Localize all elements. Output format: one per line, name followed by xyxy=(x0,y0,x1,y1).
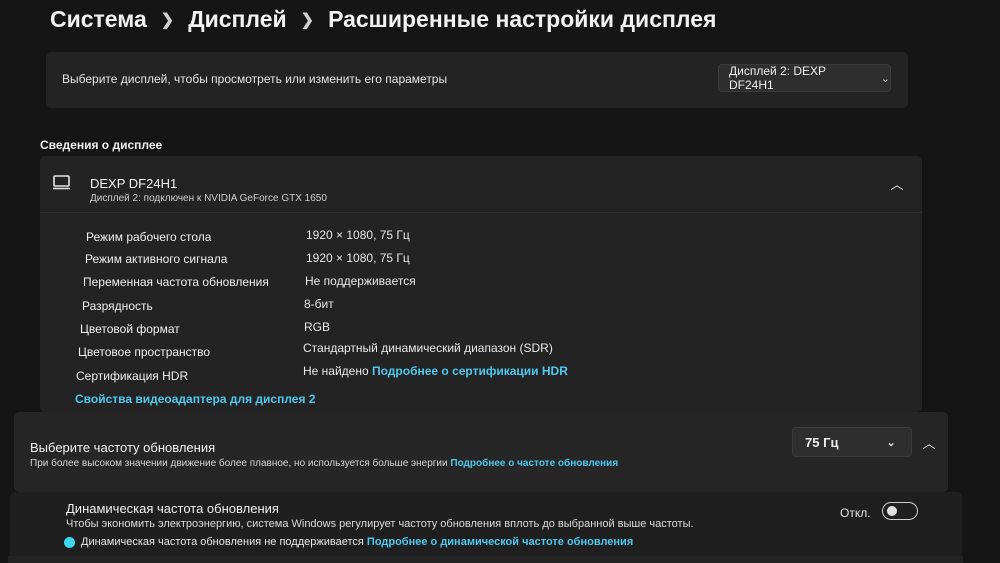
settings-page: Система ❯ Дисплей ❯ Расширенные настройк… xyxy=(0,0,1000,563)
hdr-certification-link[interactable]: Подробнее о сертификации HDR xyxy=(372,364,568,378)
dynamic-refresh-card: Динамическая частота обновления Чтобы эк… xyxy=(10,492,962,563)
prop-value: 1920 × 1080, 75 Гц xyxy=(306,251,410,265)
select-display-card: Выберите дисплей, чтобы просмотреть или … xyxy=(46,52,908,108)
status-dot-icon xyxy=(64,536,75,548)
refresh-rate-subtitle: При более высоком значении движение боле… xyxy=(30,458,448,469)
prop-value-signal-mode: 1920 × 1080, 75 Гц xyxy=(306,251,410,265)
refresh-rate-description: При более высоком значении движение боле… xyxy=(30,458,618,469)
refresh-rate-dropdown[interactable]: 75 Гц ⌄ xyxy=(792,427,912,457)
prop-label: Цветовой формат xyxy=(80,322,180,336)
toggle-knob xyxy=(887,506,897,516)
chevron-right-icon: ❯ xyxy=(300,11,315,29)
chevron-down-icon: ⌄ xyxy=(886,436,896,449)
dynamic-refresh-unsupported: Динамическая частота обновления не подде… xyxy=(81,536,364,548)
prop-row-color-format: Цветовой формат xyxy=(80,322,180,336)
prop-row-vrr: Переменная частота обновления xyxy=(83,275,269,289)
prop-value: 1920 × 1080, 75 Гц xyxy=(306,228,410,242)
prop-value-bit-depth: 8-бит xyxy=(304,297,334,311)
prop-label: Режим активного сигнала xyxy=(85,252,228,266)
display-name: DEXP DF24H1 xyxy=(90,176,178,191)
display-select-value: Дисплей 2: DEXP DF24H1 xyxy=(729,64,826,92)
select-display-label: Выберите дисплей, чтобы просмотреть или … xyxy=(62,72,448,86)
display-select-dropdown[interactable]: Дисплей 2: DEXP DF24H1 ⌄ xyxy=(718,64,891,92)
breadcrumb-item-system[interactable]: Система xyxy=(50,6,147,33)
prop-label: Цветовое пространство xyxy=(78,345,211,359)
prop-label: Переменная частота обновления xyxy=(83,275,269,289)
toggle-state-label: Откл. xyxy=(840,506,871,520)
chevron-down-icon: ⌄ xyxy=(880,72,890,85)
display-info-header[interactable]: DEXP DF24H1 Дисплей 2: подключен к NVIDI… xyxy=(40,156,922,213)
prop-row-color-space: Цветовое пространство xyxy=(78,345,210,359)
refresh-rate-card: Выберите частоту обновления При более вы… xyxy=(14,412,948,492)
refresh-rate-link[interactable]: Подробнее о частоте обновления xyxy=(450,458,618,469)
breadcrumb-item-display[interactable]: Дисплей xyxy=(188,6,286,33)
refresh-rate-title: Выберите частоту обновления xyxy=(30,440,216,455)
adapter-properties-link[interactable]: Свойства видеоадаптера для дисплея 2 xyxy=(75,392,316,406)
prop-value: Стандартный динамический диапазон (SDR) xyxy=(303,341,553,355)
dynamic-refresh-note: Динамическая частота обновления не подде… xyxy=(64,536,633,548)
next-setting-card xyxy=(8,556,963,563)
display-connection-info: Дисплей 2: подключен к NVIDIA GeForce GT… xyxy=(90,193,327,204)
display-info-card: DEXP DF24H1 Дисплей 2: подключен к NVIDI… xyxy=(40,156,922,412)
prop-value: RGB xyxy=(304,320,331,334)
chevron-right-icon: ❯ xyxy=(160,11,175,29)
prop-row-bit-depth: Разрядность xyxy=(82,299,153,313)
adapter-properties-row: Свойства видеоадаптера для дисплея 2 xyxy=(75,392,316,406)
prop-value: Не найдено xyxy=(303,364,369,378)
prop-value: 8-бит xyxy=(304,297,334,311)
dynamic-refresh-toggle[interactable] xyxy=(882,502,918,520)
prop-value-color-space: Стандартный динамический диапазон (SDR) xyxy=(303,341,553,355)
prop-value: Не поддерживается xyxy=(305,274,416,288)
chevron-up-icon[interactable]: ︿ xyxy=(884,170,910,196)
prop-row-desktop-mode: Режим рабочего стола xyxy=(86,230,211,244)
breadcrumb: Система ❯ Дисплей ❯ Расширенные настройк… xyxy=(50,6,716,33)
prop-label: Сертификация HDR xyxy=(76,369,189,383)
prop-label: Режим рабочего стола xyxy=(86,230,212,244)
breadcrumb-item-advanced: Расширенные настройки дисплея xyxy=(328,6,717,32)
monitor-icon xyxy=(52,174,72,197)
prop-value-color-format: RGB xyxy=(304,320,330,334)
prop-value-desktop-mode: 1920 × 1080, 75 Гц xyxy=(306,228,410,242)
dynamic-refresh-title: Динамическая частота обновления xyxy=(66,501,279,516)
chevron-up-icon[interactable]: ︿ xyxy=(916,429,942,455)
dynamic-refresh-subtitle: Чтобы экономить электроэнергию, система … xyxy=(66,518,694,530)
prop-label: Разрядность xyxy=(82,299,153,313)
prop-value-vrr: Не поддерживается xyxy=(305,274,416,288)
prop-row-signal-mode: Режим активного сигнала xyxy=(85,252,227,266)
prop-value-hdr: Не найдено Подробнее о сертификации HDR xyxy=(303,364,568,378)
refresh-rate-value: 75 Гц xyxy=(805,434,839,450)
dynamic-refresh-link[interactable]: Подробнее о динамической частоте обновле… xyxy=(367,536,633,548)
prop-row-hdr: Сертификация HDR xyxy=(76,369,188,383)
section-title-display-info: Сведения о дисплее xyxy=(40,138,163,152)
